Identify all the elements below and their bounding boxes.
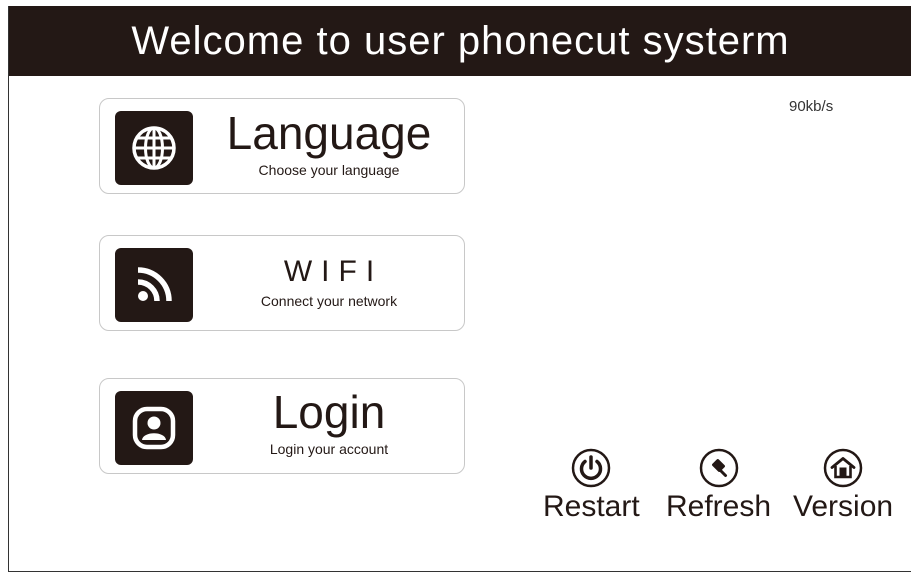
wifi-icon — [115, 248, 193, 322]
language-button[interactable]: Language Choose your language — [99, 98, 465, 194]
restart-label: Restart — [543, 490, 640, 523]
language-title: Language — [226, 107, 432, 159]
globe-icon — [115, 111, 193, 185]
power-icon — [572, 448, 611, 488]
refresh-button[interactable]: Refresh — [666, 448, 771, 522]
app-screen: Welcome to user phonecut systerm 90kb/s … — [8, 6, 911, 572]
login-button[interactable]: Login Login your account — [99, 378, 465, 474]
home-icon — [823, 448, 863, 488]
user-icon — [115, 391, 193, 465]
login-title: Login — [272, 386, 386, 438]
version-label: Version — [793, 490, 894, 523]
restart-button[interactable]: Restart — [543, 448, 640, 522]
wifi-subtitle: Connect your network — [260, 293, 398, 309]
refresh-label: Refresh — [666, 490, 772, 523]
login-subtitle: Login your account — [269, 441, 389, 457]
wifi-title: WIFI — [283, 255, 384, 288]
title-bar: Welcome to user phonecut systerm — [9, 6, 911, 76]
language-subtitle: Choose your language — [258, 162, 400, 178]
wifi-button[interactable]: WIFI Connect your network — [99, 235, 465, 331]
eraser-icon — [699, 448, 738, 488]
version-button[interactable]: Version — [793, 448, 893, 522]
page-title: Welcome to user phonecut systerm — [131, 18, 790, 63]
network-speed: 90kb/s — [789, 98, 834, 115]
